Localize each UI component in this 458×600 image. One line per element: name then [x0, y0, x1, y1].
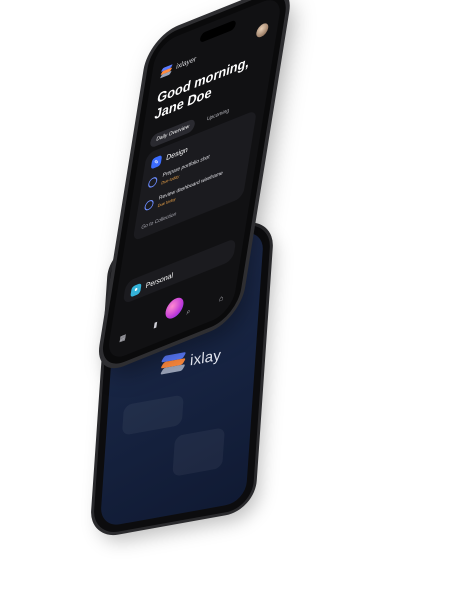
splash-logo: ixlay: [159, 346, 222, 375]
app-brand-name: ixlayer: [175, 55, 197, 71]
home-icon[interactable]: ⌂: [216, 294, 225, 306]
product-scene: ixlay ixlayer Good morning, Jane Doe Dai…: [0, 0, 458, 600]
splash-brand-text: ixlay: [189, 346, 222, 369]
task-checkbox[interactable]: [143, 198, 155, 212]
avatar[interactable]: [255, 21, 270, 40]
task-checkbox[interactable]: [147, 175, 158, 190]
personal-icon: ●: [130, 282, 142, 298]
chart-icon[interactable]: ▮: [151, 320, 160, 332]
dynamic-island: [199, 19, 237, 44]
personal-card-title: Personal: [145, 271, 174, 290]
background-shape: [121, 394, 184, 436]
app-header: ixlayer: [159, 54, 197, 79]
grid-icon[interactable]: ▦: [118, 333, 127, 345]
search-icon[interactable]: ⌕: [184, 307, 193, 319]
ixlayer-logo-icon: [159, 64, 173, 79]
ixlayer-logo-icon: [159, 351, 187, 375]
design-icon: ✎: [150, 154, 163, 170]
background-shape: [172, 427, 225, 477]
